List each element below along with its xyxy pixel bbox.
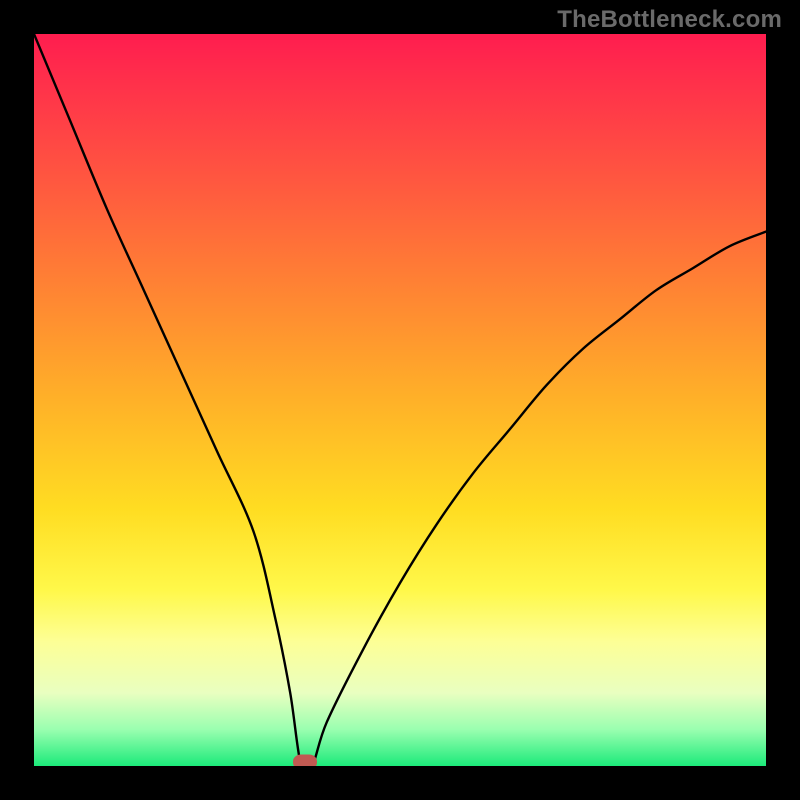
watermark-text: TheBottleneck.com — [557, 6, 782, 34]
bottleneck-curve — [34, 34, 766, 766]
optimal-point-marker — [293, 755, 317, 767]
plot-area — [34, 34, 766, 766]
chart-frame: TheBottleneck.com — [0, 0, 800, 800]
